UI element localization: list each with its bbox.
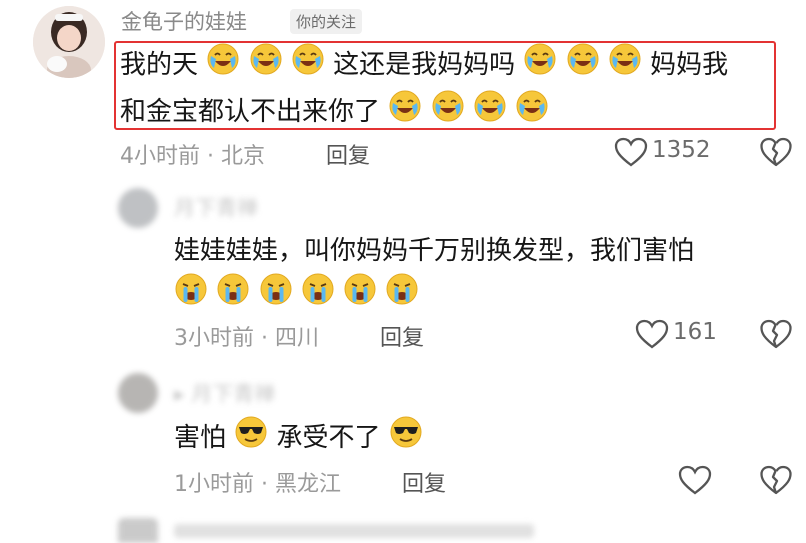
crying-emoji-icon (385, 272, 419, 319)
crying-emoji-icon (216, 272, 250, 319)
sunglasses-emoji-icon (234, 415, 268, 462)
sob-laugh-emoji-icon (431, 89, 465, 136)
comment-text: 害怕 承受不了 (174, 415, 423, 462)
heart-icon[interactable] (678, 465, 712, 495)
sob-laugh-emoji-icon (249, 42, 283, 89)
dislike-broken-heart-icon[interactable] (760, 465, 792, 495)
heart-icon (614, 137, 648, 167)
sunglasses-emoji-icon (389, 415, 423, 462)
dislike-broken-heart-icon[interactable] (760, 319, 792, 349)
following-tag: 你的关注 (290, 9, 363, 34)
comment-line-2 (174, 272, 794, 319)
crying-emoji-icon (259, 272, 293, 319)
comment-username[interactable]: 金龟子的娃娃 (121, 6, 247, 36)
sob-laugh-emoji-icon (608, 42, 642, 89)
comment-line-2: 和金宝都认不出来你了 (120, 89, 770, 136)
comment-time-location: 4小时前 · 北京 (120, 144, 265, 169)
heart-icon (635, 319, 669, 349)
sob-laugh-emoji-icon (291, 42, 325, 89)
comment-text: 娃娃娃娃，叫你妈妈千万别换发型，我们害怕 (174, 230, 794, 319)
comment-time-location: 1小时前 · 黑龙江 (174, 472, 341, 497)
dislike-broken-heart-icon[interactable] (760, 137, 792, 167)
comment-text: 我的天 这还是我妈妈吗 妈妈我 和金宝都认不出来你了 (120, 42, 770, 136)
next-comment-preview (118, 518, 578, 543)
reply-button[interactable]: 回复 (380, 320, 424, 352)
comment-line-1: 我的天 这还是我妈妈吗 妈妈我 (120, 42, 770, 89)
comment-username[interactable]: 月下青禅 (174, 192, 258, 222)
like-button[interactable]: 1352 (614, 136, 726, 168)
crying-emoji-icon (301, 272, 335, 319)
sob-laugh-emoji-icon (515, 89, 549, 136)
sob-laugh-emoji-icon (523, 42, 557, 89)
comment-line-1: 娃娃娃娃，叫你妈妈千万别换发型，我们害怕 (174, 236, 695, 266)
crying-emoji-icon (343, 272, 377, 319)
avatar[interactable] (33, 6, 105, 78)
like-count: 161 (673, 319, 717, 345)
avatar[interactable] (118, 188, 158, 228)
sob-laugh-emoji-icon (473, 89, 507, 136)
comment-time-location: 3小时前 · 四川 (174, 326, 319, 351)
avatar[interactable] (118, 373, 158, 413)
comment-username[interactable]: ▸ 月下青禅 (174, 378, 275, 408)
sob-laugh-emoji-icon (566, 42, 600, 89)
like-count: 1352 (652, 137, 711, 163)
reply-button[interactable]: 回复 (402, 466, 446, 498)
like-button[interactable]: 161 (635, 318, 730, 350)
crying-emoji-icon (174, 272, 208, 319)
sob-laugh-emoji-icon (388, 89, 422, 136)
sob-laugh-emoji-icon (206, 42, 240, 89)
reply-button[interactable]: 回复 (326, 138, 370, 170)
